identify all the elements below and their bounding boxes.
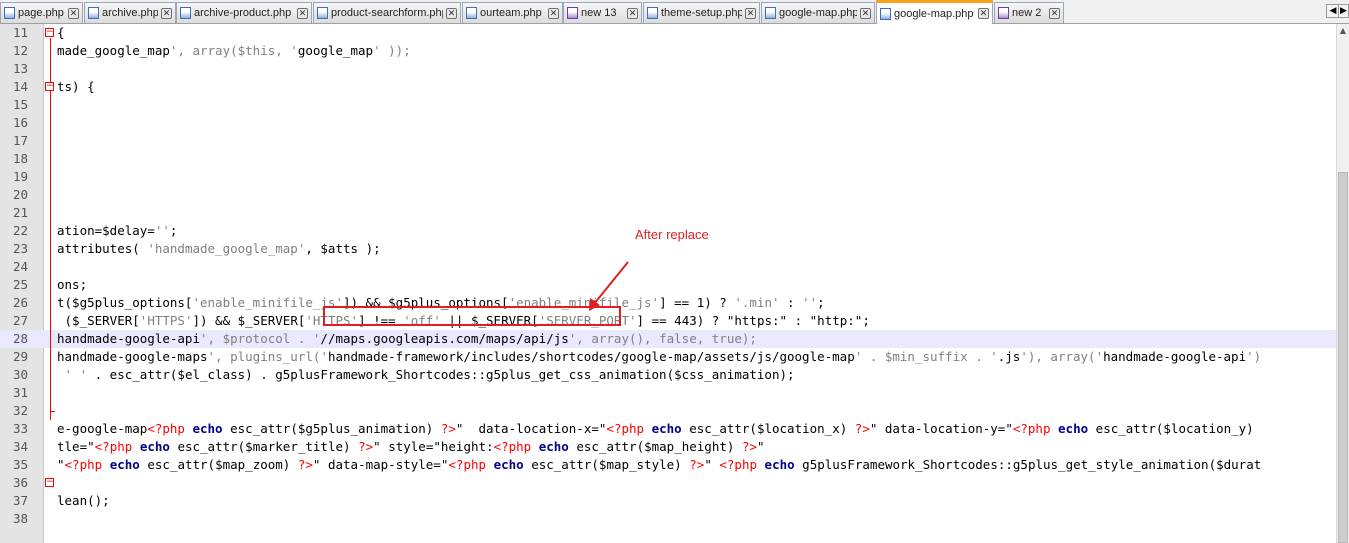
arrow-shaft: [593, 261, 629, 305]
annotation-arrow: [589, 261, 629, 311]
